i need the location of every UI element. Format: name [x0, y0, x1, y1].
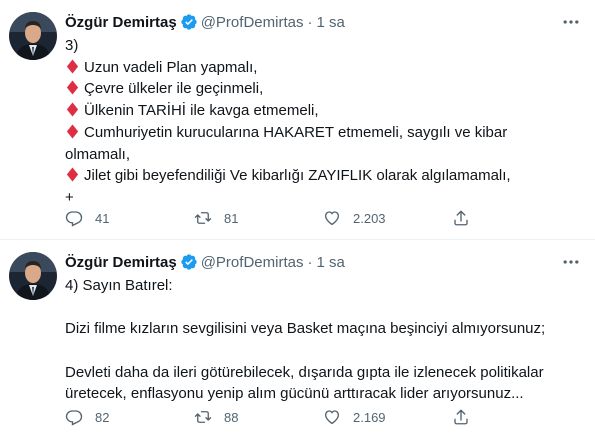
- verified-badge-icon: [180, 13, 198, 31]
- retweet-count: 88: [224, 409, 239, 425]
- share-icon: [452, 209, 470, 227]
- reply-icon: [65, 209, 83, 227]
- retweet-icon: [194, 209, 212, 227]
- like-count: 2.169: [353, 409, 386, 425]
- heart-icon: [323, 209, 341, 227]
- line-text: Uzun vadeli Plan yapmalı,: [84, 58, 258, 76]
- avatar[interactable]: [9, 252, 57, 300]
- tweet-line: Ülkenin TARİHİ ile kavga etmemeli,: [65, 100, 585, 122]
- tweet-line: [65, 340, 585, 362]
- more-icon[interactable]: [561, 12, 581, 32]
- retweet-count: 81: [224, 210, 239, 226]
- author-handle[interactable]: @ProfDemirtas: [201, 14, 304, 31]
- tweet-line: +: [65, 187, 585, 209]
- tweet-line: 3): [65, 35, 585, 57]
- tweet-line: Devleti daha da ileri götürebilecek, dış…: [65, 362, 585, 384]
- retweet-icon: [194, 408, 212, 426]
- reply-button[interactable]: 82: [65, 408, 194, 426]
- share-button[interactable]: [452, 408, 581, 426]
- tweet-time[interactable]: 1 sa: [316, 14, 344, 31]
- red-diamond-icon: [65, 167, 80, 182]
- tweet-header: Özgür Demirtaş @ProfDemirtas · 1 sa: [65, 11, 585, 33]
- avatar[interactable]: [9, 12, 57, 60]
- separator-dot: ·: [307, 253, 313, 271]
- line-text: Devleti daha da ileri götürebilecek, dış…: [65, 363, 544, 381]
- tweet-line: Cumhuriyetin kurucularına HAKARET etmeme…: [65, 122, 585, 144]
- tweet-text: 4) Sayın Batırel: Dizi filme kızların se…: [65, 275, 585, 405]
- tweet-actions: 41 81 2.203: [65, 208, 585, 228]
- tweet-line: olmamalı,: [65, 144, 585, 166]
- author-name[interactable]: Özgür Demirtaş: [65, 254, 177, 271]
- tweet-content: Özgür Demirtaş @ProfDemirtas · 1 sa 3) U…: [65, 11, 585, 209]
- tweet-content: Özgür Demirtaş @ProfDemirtas · 1 sa 4) S…: [65, 251, 585, 405]
- author-handle[interactable]: @ProfDemirtas: [201, 254, 304, 271]
- tweet-line: Jilet gibi beyefendiliği Ve kibarlığı ZA…: [65, 165, 585, 187]
- author-name[interactable]: Özgür Demirtaş: [65, 14, 177, 31]
- line-text: üretecek, enflasyonu yenip alım gücünü a…: [65, 385, 524, 403]
- reply-icon: [65, 408, 83, 426]
- tweet-2[interactable]: Özgür Demirtaş @ProfDemirtas · 1 sa 4) S…: [0, 240, 595, 437]
- retweet-button[interactable]: 81: [194, 209, 323, 227]
- tweet-actions: 82 88 2.169: [65, 407, 585, 427]
- line-text: 4) Sayın Batırel:: [65, 277, 173, 294]
- red-diamond-icon: [65, 59, 80, 74]
- line-text: olmamalı,: [65, 145, 131, 163]
- line-text: Çevre ülkeler ile geçinmeli,: [84, 80, 264, 98]
- tweet-line: 4) Sayın Batırel:: [65, 275, 585, 297]
- tweet-line: Uzun vadeli Plan yapmalı,: [65, 57, 585, 79]
- tweet-time[interactable]: 1 sa: [316, 254, 344, 271]
- line-text: +: [65, 188, 74, 206]
- tweet-line: Dizi filme kızların sevgilisini veya Bas…: [65, 318, 585, 340]
- heart-icon: [323, 408, 341, 426]
- verified-badge-icon: [180, 253, 198, 271]
- red-diamond-icon: [65, 124, 80, 139]
- red-diamond-icon: [65, 102, 80, 117]
- separator-dot: ·: [307, 13, 313, 31]
- like-button[interactable]: 2.169: [323, 408, 452, 426]
- line-text: Jilet gibi beyefendiliği Ve kibarlığı ZA…: [84, 167, 511, 185]
- retweet-button[interactable]: 88: [194, 408, 323, 426]
- share-button[interactable]: [452, 209, 581, 227]
- like-count: 2.203: [353, 210, 386, 226]
- tweet-text: 3) Uzun vadeli Plan yapmalı, Çevre ülkel…: [65, 35, 585, 209]
- like-button[interactable]: 2.203: [323, 209, 452, 227]
- tweet-header: Özgür Demirtaş @ProfDemirtas · 1 sa: [65, 251, 585, 273]
- line-text: Ülkenin TARİHİ ile kavga etmemeli,: [84, 102, 319, 120]
- line-text: Cumhuriyetin kurucularına HAKARET etmeme…: [84, 123, 508, 141]
- reply-button[interactable]: 41: [65, 209, 194, 227]
- tweet-1[interactable]: Özgür Demirtaş @ProfDemirtas · 1 sa 3) U…: [0, 0, 595, 240]
- tweet-line: Çevre ülkeler ile geçinmeli,: [65, 78, 585, 100]
- line-text: Dizi filme kızların sevgilisini veya Bas…: [65, 320, 546, 338]
- line-text: 3): [65, 37, 79, 54]
- reply-count: 82: [95, 409, 110, 425]
- reply-count: 41: [95, 210, 110, 226]
- tweet-line: [65, 297, 585, 319]
- tweet-line: üretecek, enflasyonu yenip alım gücünü a…: [65, 383, 585, 405]
- more-icon[interactable]: [561, 252, 581, 272]
- red-diamond-icon: [65, 80, 80, 95]
- share-icon: [452, 408, 470, 426]
